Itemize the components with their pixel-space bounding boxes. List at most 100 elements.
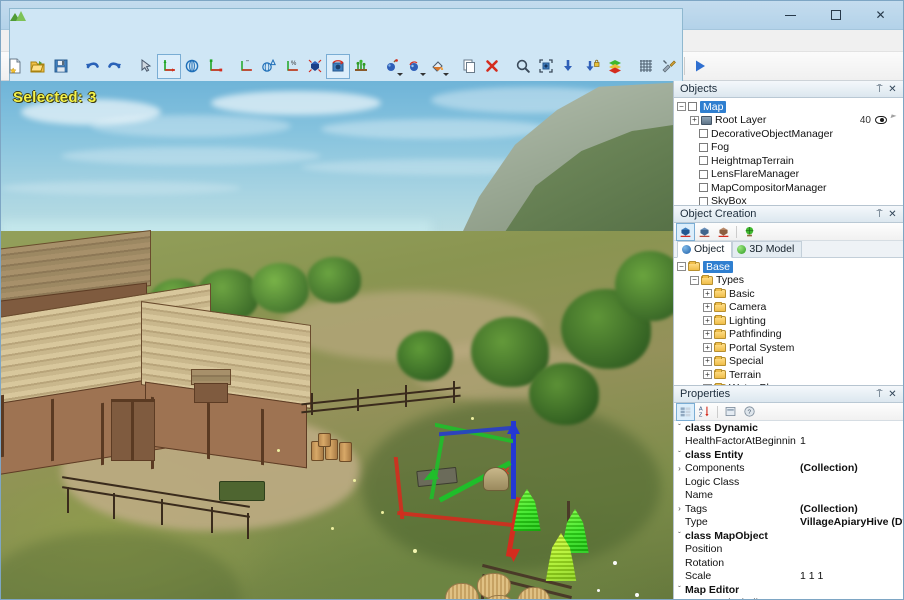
new-map-icon[interactable]	[4, 55, 26, 78]
property-category-class-dynamic[interactable]: ˇ class Dynamic	[674, 421, 903, 435]
expander-icon[interactable]: +	[690, 115, 699, 125]
layers-icon[interactable]	[604, 55, 626, 78]
expander-icon[interactable]: −	[690, 275, 699, 285]
property-row-logic-class[interactable]: Logic Class	[674, 475, 903, 489]
property-category-class-entity[interactable]: ˇ class Entity	[674, 448, 903, 462]
property-row-name[interactable]: Name	[674, 489, 903, 503]
tree-item-types[interactable]: − Types	[677, 274, 903, 288]
tree-item-camera[interactable]: + Camera	[677, 301, 903, 315]
visibility-checkbox[interactable]	[699, 196, 708, 205]
visibility-checkbox[interactable]	[699, 183, 708, 193]
move-snap-icon[interactable]: '''	[235, 55, 257, 78]
expander-icon[interactable]: +	[703, 302, 712, 312]
help-icon[interactable]: ?	[741, 404, 758, 420]
property-row-healthfactoratbeginning[interactable]: HealthFactorAtBeginnin 1	[674, 435, 903, 449]
chevron-right-icon[interactable]: ›	[674, 464, 685, 473]
alphabetical-sort-icon[interactable]: A Z	[696, 404, 713, 420]
create-object-secondary-icon[interactable]	[696, 224, 713, 240]
property-value[interactable]: 1	[800, 435, 903, 447]
visibility-checkbox[interactable]	[699, 142, 708, 152]
chevron-right-icon[interactable]: ›	[674, 504, 685, 513]
tree-item-skybox[interactable]: SkyBox	[677, 195, 903, 205]
tree-item-lighting[interactable]: + Lighting	[677, 314, 903, 328]
tree-item-base[interactable]: − Base	[677, 260, 903, 274]
property-category-map-editor[interactable]: ˇ Map Editor	[674, 583, 903, 597]
categorized-view-icon[interactable]	[676, 402, 695, 421]
tree-item-fog[interactable]: Fog	[677, 141, 903, 155]
tree-item-lens-flare-manager[interactable]: LensFlareManager	[677, 168, 903, 182]
objects-tree[interactable]: − Map + Root Layer 40 DecorativeObjectMa…	[674, 98, 903, 205]
paint-objects-icon[interactable]	[381, 55, 403, 78]
visibility-checkbox[interactable]	[699, 156, 708, 166]
eye-icon[interactable]	[875, 116, 887, 125]
tree-item-decorative-object-manager[interactable]: DecorativeObjectManager	[677, 127, 903, 141]
visibility-checkbox[interactable]	[688, 102, 697, 112]
expander-icon[interactable]: +	[703, 356, 712, 366]
3d-viewport[interactable]: ✕	[1, 81, 673, 599]
property-pages-icon[interactable]	[722, 404, 739, 420]
selected-hive-1[interactable]	[509, 489, 545, 531]
move-tool-icon[interactable]	[157, 53, 181, 79]
object-creation-tree[interactable]: − Base − Types + Basic + Camera + Lighti…	[674, 258, 903, 385]
tab-3d-model[interactable]: 3D Model	[732, 241, 803, 257]
pin-icon[interactable]: ⍑	[873, 208, 886, 221]
tree-item-map-compositor-manager[interactable]: MapCompositorManager	[677, 181, 903, 195]
undo-icon[interactable]	[81, 55, 103, 78]
pin-icon[interactable]: ⍑	[873, 83, 886, 96]
create-object-icon[interactable]	[676, 222, 695, 241]
property-value[interactable]: 1 1 1	[800, 570, 903, 582]
expander-icon[interactable]: −	[677, 262, 686, 272]
property-row-tags[interactable]: › Tags (Collection)	[674, 502, 903, 516]
property-value[interactable]: (Collection)	[800, 503, 903, 515]
chevron-down-icon[interactable]: ˇ	[674, 585, 685, 594]
zoom-icon[interactable]	[512, 55, 534, 78]
expander-icon[interactable]: +	[703, 316, 712, 326]
property-category-class-mapobject[interactable]: ˇ class MapObject	[674, 529, 903, 543]
rotate-snap-icon[interactable]	[258, 55, 280, 78]
expander-icon[interactable]: +	[703, 370, 712, 380]
scale-tool-icon[interactable]	[204, 55, 226, 78]
visibility-checkbox[interactable]	[699, 169, 708, 179]
expander-icon[interactable]: +	[703, 343, 712, 353]
expander-icon[interactable]: +	[703, 289, 712, 299]
pivot-center-icon[interactable]	[304, 55, 326, 78]
minimize-button[interactable]	[768, 1, 813, 30]
clone-icon[interactable]	[458, 55, 480, 78]
property-row-type[interactable]: Type VillageApiaryHive (Dynamic)	[674, 516, 903, 530]
tree-item-terrain[interactable]: + Terrain	[677, 368, 903, 382]
selected-hive-3[interactable]	[541, 533, 581, 581]
properties-grid[interactable]: ˇ class Dynamic HealthFactorAtBeginnin 1…	[674, 421, 903, 599]
property-value[interactable]: (Collection)	[800, 462, 903, 474]
property-row-scale[interactable]: Scale 1 1 1	[674, 570, 903, 584]
pin-icon[interactable]: ⍑	[873, 388, 886, 401]
property-row-position[interactable]: Position	[674, 543, 903, 557]
tree-item-special[interactable]: + Special	[677, 355, 903, 369]
open-map-icon[interactable]	[27, 55, 49, 78]
close-icon[interactable]: ✕	[886, 388, 899, 401]
local-world-space-icon[interactable]	[326, 53, 350, 79]
expander-icon[interactable]: −	[677, 102, 686, 112]
close-icon[interactable]: ✕	[886, 83, 899, 96]
grid-icon[interactable]	[635, 55, 657, 78]
redo-icon[interactable]	[104, 55, 126, 78]
visibility-checkbox[interactable]	[699, 129, 708, 139]
delete-icon[interactable]	[481, 55, 503, 78]
lock-snap-icon[interactable]	[581, 55, 603, 78]
property-row-components[interactable]: › Components (Collection)	[674, 462, 903, 476]
settings-icon[interactable]	[658, 55, 680, 78]
close-icon[interactable]: ✕	[886, 208, 899, 221]
paint-fill-icon[interactable]	[427, 55, 449, 78]
tree-item-portal-system[interactable]: + Portal System	[677, 341, 903, 355]
paint-layers-icon[interactable]	[404, 55, 426, 78]
property-row-rotation[interactable]: Rotation	[674, 556, 903, 570]
create-object-tertiary-icon[interactable]	[715, 224, 732, 240]
tab-object[interactable]: Object	[677, 241, 733, 258]
maximize-button[interactable]	[813, 1, 858, 30]
tree-item-pathfinding[interactable]: + Pathfinding	[677, 328, 903, 342]
focus-selection-icon[interactable]	[535, 55, 557, 78]
tree-item-map[interactable]: − Map	[677, 100, 903, 114]
terrain-tool-icon[interactable]	[350, 55, 372, 78]
select-tool-icon[interactable]	[135, 55, 157, 78]
close-button[interactable]: ✕	[858, 1, 903, 30]
save-map-icon[interactable]	[50, 55, 72, 78]
